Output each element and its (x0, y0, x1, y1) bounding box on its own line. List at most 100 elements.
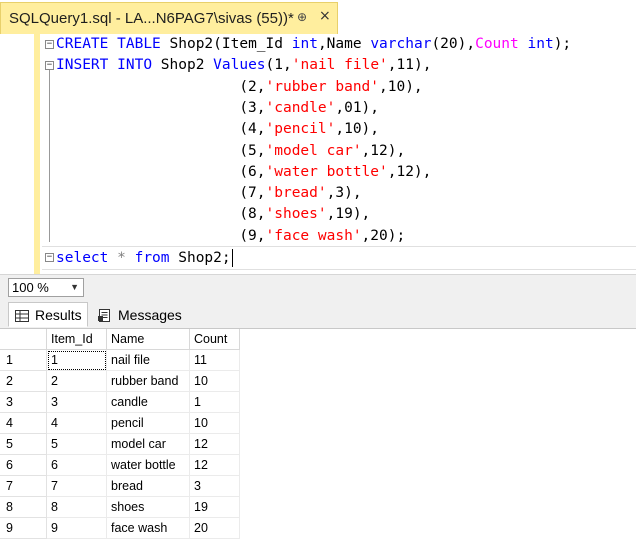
cell-name[interactable]: bread (106, 475, 190, 497)
row-number[interactable]: 4 (0, 412, 47, 434)
column-header-item-id[interactable]: Item_Id (46, 329, 107, 350)
cell-count[interactable]: 3 (189, 475, 240, 497)
outline-bracket (49, 70, 50, 242)
results-grid[interactable]: Item_Id Name Count 1 1 nail file 11 2 2 rubber… (0, 329, 240, 539)
code-line[interactable]: select * from Shop2; (56, 248, 233, 269)
code-token: ,3), (326, 185, 362, 202)
code-line[interactable]: (8,'shoes',19), (56, 204, 370, 225)
zoom-value: 100 % (12, 280, 49, 295)
cell-item-id[interactable]: 6 (46, 454, 107, 476)
code-token: select (56, 250, 109, 266)
cell-item-id[interactable]: 3 (46, 391, 107, 413)
close-tab-icon[interactable]: × (319, 8, 331, 24)
code-token: ,10), (379, 78, 423, 95)
code-line[interactable]: (3,'candle',01), (56, 98, 379, 119)
cell-name[interactable]: water bottle (106, 454, 190, 476)
grid-corner[interactable] (0, 329, 47, 350)
row-number[interactable]: 6 (0, 454, 47, 476)
cell-item-id[interactable]: 7 (46, 475, 107, 497)
grid-icon (15, 309, 29, 322)
code-line[interactable]: (6,'water bottle',12), (56, 162, 431, 183)
pin-icon[interactable]: ⊕ (297, 10, 307, 24)
code-token: Count (475, 36, 519, 52)
row-number[interactable]: 9 (0, 517, 47, 539)
cell-name[interactable]: model car (106, 433, 190, 455)
horizontal-scrollbar[interactable] (90, 278, 636, 297)
column-header-name[interactable]: Name (106, 329, 190, 350)
cell-item-id[interactable]: 8 (46, 496, 107, 518)
row-number[interactable]: 2 (0, 370, 47, 392)
query-editor[interactable]: − − − CREATE TABLE Shop2(Item_Id int,Nam… (0, 34, 636, 274)
code-token: * (117, 250, 126, 266)
tab-messages[interactable]: Messages (92, 302, 192, 327)
cell-count[interactable]: 10 (189, 412, 240, 434)
tab-messages-label: Messages (118, 306, 182, 323)
editor-status-strip: 100 % ▼ (0, 274, 636, 301)
code-token: 'model car' (265, 142, 362, 159)
code-token: ,11), (387, 57, 432, 74)
table-row[interactable]: 3 3 candle 1 (0, 391, 240, 413)
cell-item-id[interactable]: 1 (46, 349, 107, 371)
code-token: (7, (56, 185, 266, 202)
row-number[interactable]: 5 (0, 433, 47, 455)
cell-item-id[interactable]: 9 (46, 517, 107, 539)
table-row[interactable]: 8 8 shoes 19 (0, 496, 240, 518)
cell-item-id[interactable]: 2 (46, 370, 107, 392)
query-tab-title: SQLQuery1.sql - LA...N6PAG7\sivas (55))* (9, 10, 294, 27)
table-row[interactable]: 1 1 nail file 11 (0, 349, 240, 371)
code-line[interactable]: CREATE TABLE Shop2(Item_Id int,Name varc… (56, 34, 571, 55)
collapse-insert-icon[interactable]: − (45, 61, 54, 70)
table-row[interactable]: 2 2 rubber band 10 (0, 370, 240, 392)
cell-item-id[interactable]: 4 (46, 412, 107, 434)
code-token: (20), (431, 36, 476, 52)
change-tracking-bar (34, 34, 40, 274)
row-number[interactable]: 8 (0, 496, 47, 518)
code-line[interactable]: (4,'pencil',10), (56, 119, 379, 140)
cell-count[interactable]: 19 (189, 496, 240, 518)
row-number[interactable]: 3 (0, 391, 47, 413)
query-document-tab[interactable]: SQLQuery1.sql - LA...N6PAG7\sivas (55))*… (0, 2, 338, 34)
code-token: from (134, 250, 170, 266)
cell-count[interactable]: 1 (189, 391, 240, 413)
code-token: CREATE (56, 36, 109, 52)
code-line[interactable]: (5,'model car',12), (56, 141, 405, 162)
code-line[interactable]: INSERT INTO Shop2 Values(1,'nail file',1… (56, 55, 431, 76)
cell-name[interactable]: face wash (106, 517, 190, 539)
cell-count[interactable]: 12 (189, 433, 240, 455)
row-number[interactable]: 1 (0, 349, 47, 371)
tab-results-label: Results (35, 306, 82, 323)
table-row[interactable]: 5 5 model car 12 (0, 433, 240, 455)
collapse-create-icon[interactable]: − (45, 40, 54, 49)
cell-count[interactable]: 11 (189, 349, 240, 371)
code-token: (2, (56, 78, 266, 95)
code-line[interactable]: (9,'face wash',20); (56, 226, 405, 247)
code-line[interactable]: (2,'rubber band',10), (56, 77, 423, 98)
tab-results[interactable]: Results (8, 302, 88, 327)
code-line[interactable]: (7,'bread',3), (56, 183, 362, 204)
table-row[interactable]: 9 9 face wash 20 (0, 517, 240, 539)
cell-count[interactable]: 10 (189, 370, 240, 392)
cell-name[interactable]: pencil (106, 412, 190, 434)
row-number[interactable]: 7 (0, 475, 47, 497)
cell-item-id[interactable]: 5 (46, 433, 107, 455)
cell-name[interactable]: rubber band (106, 370, 190, 392)
document-tab-bar: SQLQuery1.sql - LA...N6PAG7\sivas (55))*… (0, 0, 636, 34)
zoom-dropdown[interactable]: 100 % ▼ (8, 278, 84, 297)
code-token: ); (553, 36, 572, 52)
cell-name[interactable]: shoes (106, 496, 190, 518)
cell-name[interactable]: candle (106, 391, 190, 413)
table-row[interactable]: 7 7 bread 3 (0, 475, 240, 497)
table-row[interactable]: 4 4 pencil 10 (0, 412, 240, 434)
cell-count[interactable]: 20 (189, 517, 240, 539)
cell-name[interactable]: nail file (106, 349, 190, 371)
table-row[interactable]: 6 6 water bottle 12 (0, 454, 240, 476)
cell-count[interactable]: 12 (189, 454, 240, 476)
code-token: TABLE (117, 36, 161, 52)
code-token: 'face wash' (265, 227, 362, 244)
column-header-count[interactable]: Count (189, 329, 240, 350)
code-token: ,19), (326, 206, 371, 223)
code-token: ,12), (361, 142, 406, 159)
